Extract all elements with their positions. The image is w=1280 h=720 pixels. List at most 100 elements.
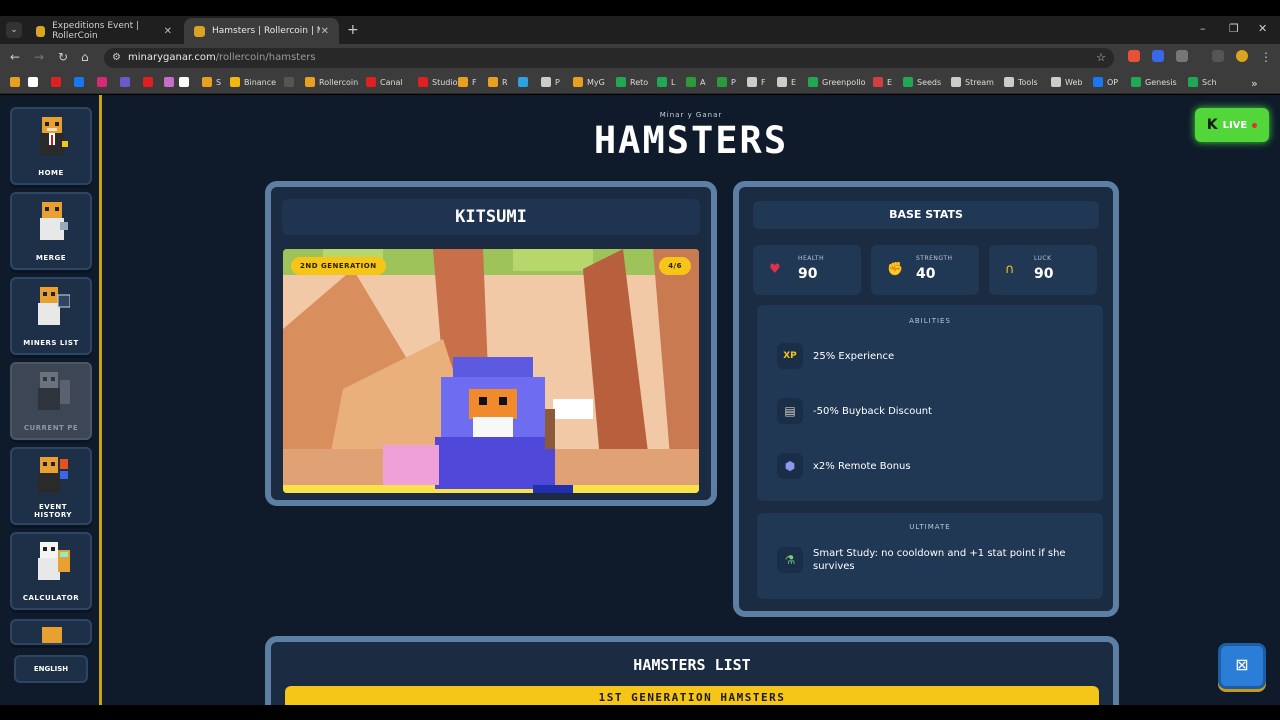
sidebar: HOME MERGE MINERS LIST CURRENT PE EVENT … — [0, 95, 102, 705]
forward-arrow-icon[interactable]: → — [34, 50, 44, 64]
home-icon[interactable]: ⌂ — [81, 50, 89, 64]
bookmark-item[interactable]: Binance — [230, 77, 276, 87]
close-tab-icon[interactable]: ✕ — [164, 26, 172, 37]
bookmark-item[interactable]: R — [488, 77, 508, 87]
bookmark-item[interactable] — [51, 77, 65, 87]
back-arrow-icon[interactable]: ← — [10, 50, 20, 64]
bookmark-item[interactable] — [518, 77, 532, 87]
bookmark-item[interactable]: Tools — [1004, 77, 1038, 87]
gear-icon — [747, 77, 757, 87]
hamster-icon — [305, 77, 315, 87]
bookmark-item[interactable]: Canal — [366, 77, 403, 87]
tab-expeditions[interactable]: Expeditions Event | RollerCoin ✕ — [26, 18, 182, 44]
minimize-icon[interactable]: – — [1200, 22, 1206, 35]
heart-icon: ♥ — [769, 262, 781, 277]
sidebar-item-partial[interactable] — [10, 619, 92, 645]
bookmark-item[interactable]: L — [657, 77, 675, 87]
hamster-miners-icon — [38, 287, 70, 325]
bookmark-item[interactable]: E — [873, 77, 892, 87]
hamster-icon — [202, 77, 212, 87]
bookmark-label: MyG — [587, 77, 605, 87]
sidebar-item-current-pe[interactable]: CURRENT PE — [10, 362, 92, 440]
receipt-icon: ▤ — [777, 398, 803, 424]
sidebar-item-merge[interactable]: MERGE — [10, 192, 92, 270]
bookmark-item[interactable] — [143, 77, 157, 87]
hamster-name: KITSUMI — [455, 207, 527, 227]
extension-shield-icon[interactable] — [1152, 50, 1164, 62]
ultimate-title: ULTIMATE — [909, 523, 951, 531]
bookmark-item[interactable]: OP — [1093, 77, 1118, 87]
bookmark-label: L — [671, 77, 676, 87]
tab-hamsters[interactable]: Hamsters | Rollercoin | Minar y ✕ — [184, 18, 339, 44]
flag-icon — [10, 77, 20, 87]
sidebar-item-home[interactable]: HOME — [10, 107, 92, 185]
sidebar-item-miners-list[interactable]: MINERS LIST — [10, 277, 92, 355]
close-window-icon[interactable]: ✕ — [1258, 22, 1267, 35]
kick-logo-icon: K — [1206, 117, 1218, 133]
bookmark-item[interactable] — [284, 77, 298, 87]
address-bar[interactable]: ⚙ minaryganar.com/rollercoin/hamsters ☆ — [104, 48, 1114, 68]
bookmark-item[interactable] — [28, 77, 42, 87]
bookmark-label: Stream — [965, 77, 994, 87]
bookmark-item[interactable] — [97, 77, 111, 87]
folder-icon — [1051, 77, 1061, 87]
plus-icon — [616, 77, 626, 87]
abilities-section: ABILITIES XP 25% Experience ▤ -50% Buyba… — [757, 305, 1103, 501]
bookmark-item[interactable] — [179, 77, 193, 87]
bookmark-item[interactable]: Studio — [418, 77, 457, 87]
bookmark-item[interactable]: Genesis — [1131, 77, 1177, 87]
circle-icon — [28, 77, 38, 87]
bookmark-item[interactable]: Seeds — [903, 77, 941, 87]
live-button[interactable]: K LIVE — [1195, 108, 1269, 142]
restore-icon[interactable]: ❐ — [1229, 22, 1239, 35]
profile-avatar[interactable] — [1236, 50, 1248, 62]
url-path: /rollercoin/hamsters — [215, 52, 316, 63]
bookmark-label: Greenpollo — [822, 77, 866, 87]
bookmark-item[interactable]: F — [747, 77, 766, 87]
bookmark-item[interactable]: E — [777, 77, 796, 87]
horseshoe-icon: ∩ — [1005, 262, 1015, 277]
menu-dots-icon[interactable]: ⋮ — [1260, 50, 1272, 64]
new-tab-plus-icon[interactable]: + — [347, 22, 359, 38]
plus-icon — [903, 77, 913, 87]
bookmark-item[interactable]: Web — [1051, 77, 1082, 87]
tab-search-button[interactable]: ⌄ — [6, 22, 22, 38]
binance-icon — [230, 77, 240, 87]
bookmark-item[interactable]: P — [541, 77, 560, 87]
bookmark-item[interactable]: Reto — [616, 77, 648, 87]
bookmark-item[interactable] — [120, 77, 134, 87]
sidebar-item-event-history[interactable]: EVENT HISTORY — [10, 447, 92, 525]
bookmark-item[interactable] — [164, 77, 178, 87]
first-generation-header[interactable]: 1ST GENERATION HAMSTERS — [285, 686, 1099, 705]
circle-icon — [657, 77, 667, 87]
bookmark-item[interactable]: Sch — [1188, 77, 1217, 87]
tv-icon — [284, 77, 294, 87]
bookmark-star-icon[interactable]: ☆ — [1096, 51, 1106, 64]
site-info-icon[interactable]: ⚙ — [112, 52, 121, 63]
bookmark-item[interactable]: MyG — [573, 77, 605, 87]
download-icon[interactable] — [1212, 50, 1224, 62]
bookmark-item[interactable]: F — [458, 77, 477, 87]
sidebar-item-calculator[interactable]: CALCULATOR — [10, 532, 92, 610]
bookmark-item[interactable]: Stream — [951, 77, 994, 87]
stats-card: BASE STATS ♥ HEALTH 90 ✊ STRENGTH 40 ∩ L… — [733, 181, 1119, 617]
bookmark-item[interactable]: Greenpollo — [808, 77, 866, 87]
bookmark-item[interactable]: S — [202, 77, 221, 87]
youtube-icon — [51, 77, 61, 87]
reload-icon[interactable]: ↻ — [58, 50, 68, 64]
extension-fox-icon[interactable] — [1128, 50, 1140, 62]
scientist-calculator-icon — [38, 542, 70, 580]
bookmark-item[interactable]: P — [717, 77, 736, 87]
bookmark-item[interactable] — [74, 77, 88, 87]
close-tab-icon[interactable]: ✕ — [321, 26, 329, 37]
bookmark-label: Sch — [1202, 77, 1217, 87]
language-button[interactable]: ENGLISH — [14, 655, 88, 683]
bookmark-item[interactable]: A — [686, 77, 705, 87]
bookmarks-overflow-icon[interactable]: » — [1251, 77, 1258, 90]
hamster-icon — [458, 77, 468, 87]
ticket-float-button[interactable]: ⊠ — [1218, 643, 1266, 689]
facebook-icon — [74, 77, 84, 87]
extensions-puzzle-icon[interactable] — [1176, 50, 1188, 62]
bookmark-item[interactable]: Rollercoin — [305, 77, 358, 87]
bookmark-item[interactable] — [10, 77, 24, 87]
